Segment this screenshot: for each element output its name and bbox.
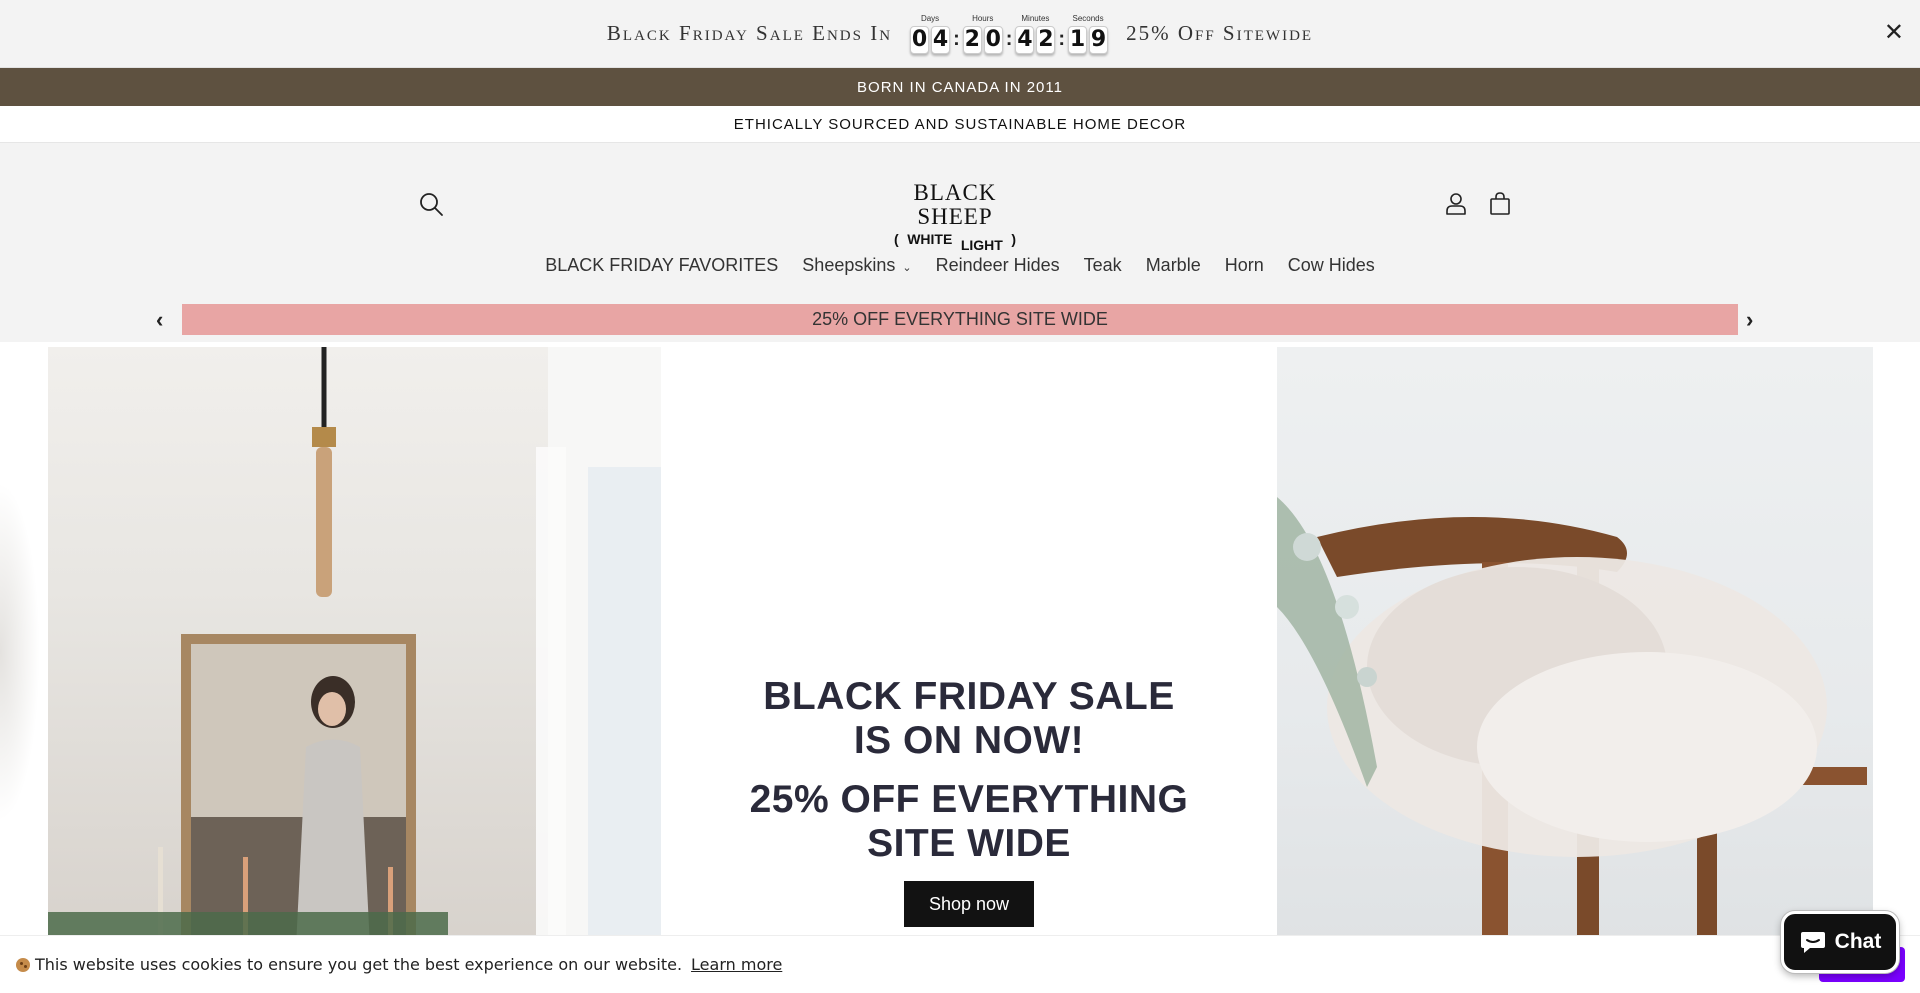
nav-item-label: Sheepskins: [802, 255, 896, 275]
countdown-timer: Days 0 4 : Hours 2 0 : Minutes 4 2 : Sec…: [910, 13, 1109, 54]
countdown-separator: :: [1005, 27, 1013, 50]
nav-item-black-friday-favorites[interactable]: BLACK FRIDAY FAVORITES: [545, 255, 778, 276]
countdown-label-hours: Hours: [972, 13, 994, 23]
countdown-separator: :: [1058, 27, 1066, 50]
nav-item-sheepskins[interactable]: Sheepskins ⌄: [802, 255, 911, 276]
hero-image-dining-room: [48, 347, 661, 935]
promo-carousel: ‹ 25% OFF EVERYTHING SITE WIDE ›: [0, 296, 1920, 342]
hero-heading: BLACK FRIDAY SALE IS ON NOW!: [661, 675, 1277, 763]
announcement-text: BORN IN CANADA IN 2011: [857, 78, 1063, 96]
hero-subheading-line: SITE WIDE: [867, 822, 1071, 865]
hero-heading-line: IS ON NOW!: [853, 719, 1085, 762]
countdown-digit: 0: [983, 25, 1003, 54]
hero-heading-line: BLACK FRIDAY SALE: [763, 675, 1175, 718]
nav-item-reindeer-hides[interactable]: Reindeer Hides: [936, 255, 1060, 276]
site-logo[interactable]: BLACK SHEEP ( WHITE LIGHT ): [880, 180, 1030, 254]
search-icon[interactable]: [418, 191, 444, 217]
site-header: BLACK SHEEP ( WHITE LIGHT ) BLACK FRIDAY…: [0, 143, 1920, 296]
nav-item-marble[interactable]: Marble: [1146, 255, 1201, 276]
countdown-digit: 4: [931, 25, 951, 54]
promo-text: 25% OFF EVERYTHING SITE WIDE: [812, 308, 1108, 329]
countdown-bar: Black Friday Sale Ends In Days 0 4 : Hou…: [0, 0, 1920, 68]
countdown-label-seconds: Seconds: [1072, 13, 1104, 23]
announcement-bar-second: ETHICALLY SOURCED AND SUSTAINABLE HOME D…: [0, 106, 1920, 143]
logo-paren-close: ): [1011, 231, 1016, 247]
nav-item-cow-hides[interactable]: Cow Hides: [1288, 255, 1375, 276]
countdown-digit: 2: [1036, 25, 1056, 54]
countdown-digit: 4: [1015, 25, 1035, 54]
logo-paren-open: (: [894, 231, 899, 247]
chevron-right-icon[interactable]: ›: [1746, 307, 1753, 333]
countdown-days: Days 0 4: [910, 13, 951, 54]
account-icon[interactable]: [1444, 191, 1468, 217]
countdown-minutes: Minutes 4 2: [1015, 13, 1056, 54]
main-navigation: BLACK FRIDAY FAVORITES Sheepskins ⌄ Rein…: [0, 255, 1920, 276]
hero-image-sheepskin-chair: [1277, 347, 1873, 935]
cookie-banner: This website uses cookies to ensure you …: [0, 935, 1920, 993]
countdown-digit: 0: [910, 25, 930, 54]
close-icon[interactable]: ✕: [1884, 21, 1904, 45]
chat-bubble-icon: [1800, 932, 1825, 953]
countdown-digit: 1: [1068, 25, 1088, 54]
hero-subheading: 25% OFF EVERYTHING SITE WIDE: [661, 778, 1277, 866]
logo-word-light: LIGHT: [960, 237, 1003, 253]
cookie-icon: [16, 957, 30, 972]
chat-label: Chat: [1834, 930, 1882, 953]
countdown-digit: 2: [962, 25, 982, 54]
chevron-down-icon: ⌄: [902, 261, 912, 274]
cart-icon[interactable]: [1488, 191, 1512, 217]
hero-subheading-line: 25% OFF EVERYTHING: [749, 778, 1189, 821]
countdown-separator: :: [953, 27, 960, 50]
learn-more-link[interactable]: Learn more: [691, 955, 782, 974]
cookie-message: This website uses cookies to ensure you …: [35, 955, 683, 974]
countdown-hours: Hours 2 0: [962, 13, 1003, 54]
logo-word-white: WHITE: [907, 231, 953, 247]
countdown-digit: 9: [1089, 25, 1109, 54]
promo-banner[interactable]: 25% OFF EVERYTHING SITE WIDE: [182, 303, 1738, 335]
announcement-text: ETHICALLY SOURCED AND SUSTAINABLE HOME D…: [733, 115, 1187, 133]
announcement-bar-top: BORN IN CANADA IN 2011: [0, 68, 1920, 106]
chat-button[interactable]: Chat: [1781, 911, 1899, 973]
hero-section: BLACK FRIDAY SALE IS ON NOW! 25% OFF EVE…: [0, 342, 1920, 935]
countdown-label-days: Days: [920, 13, 940, 23]
shop-now-button[interactable]: Shop now: [904, 881, 1034, 927]
countdown-seconds: Seconds 1 9: [1068, 13, 1109, 54]
countdown-label-minutes: Minutes: [1021, 13, 1050, 23]
countdown-suffix: 25% Off Sitewide: [1126, 21, 1314, 45]
nav-item-teak[interactable]: Teak: [1084, 255, 1122, 276]
logo-text: BLACK SHEEP: [913, 180, 997, 229]
hero-content: BLACK FRIDAY SALE IS ON NOW! 25% OFF EVE…: [661, 342, 1277, 935]
countdown-prefix: Black Friday Sale Ends In: [606, 21, 893, 45]
chevron-left-icon[interactable]: ‹: [156, 307, 163, 333]
slide-edge-shadow: [0, 482, 40, 822]
logo-subline: ( WHITE LIGHT ): [880, 231, 1030, 253]
nav-item-horn[interactable]: Horn: [1225, 255, 1264, 276]
